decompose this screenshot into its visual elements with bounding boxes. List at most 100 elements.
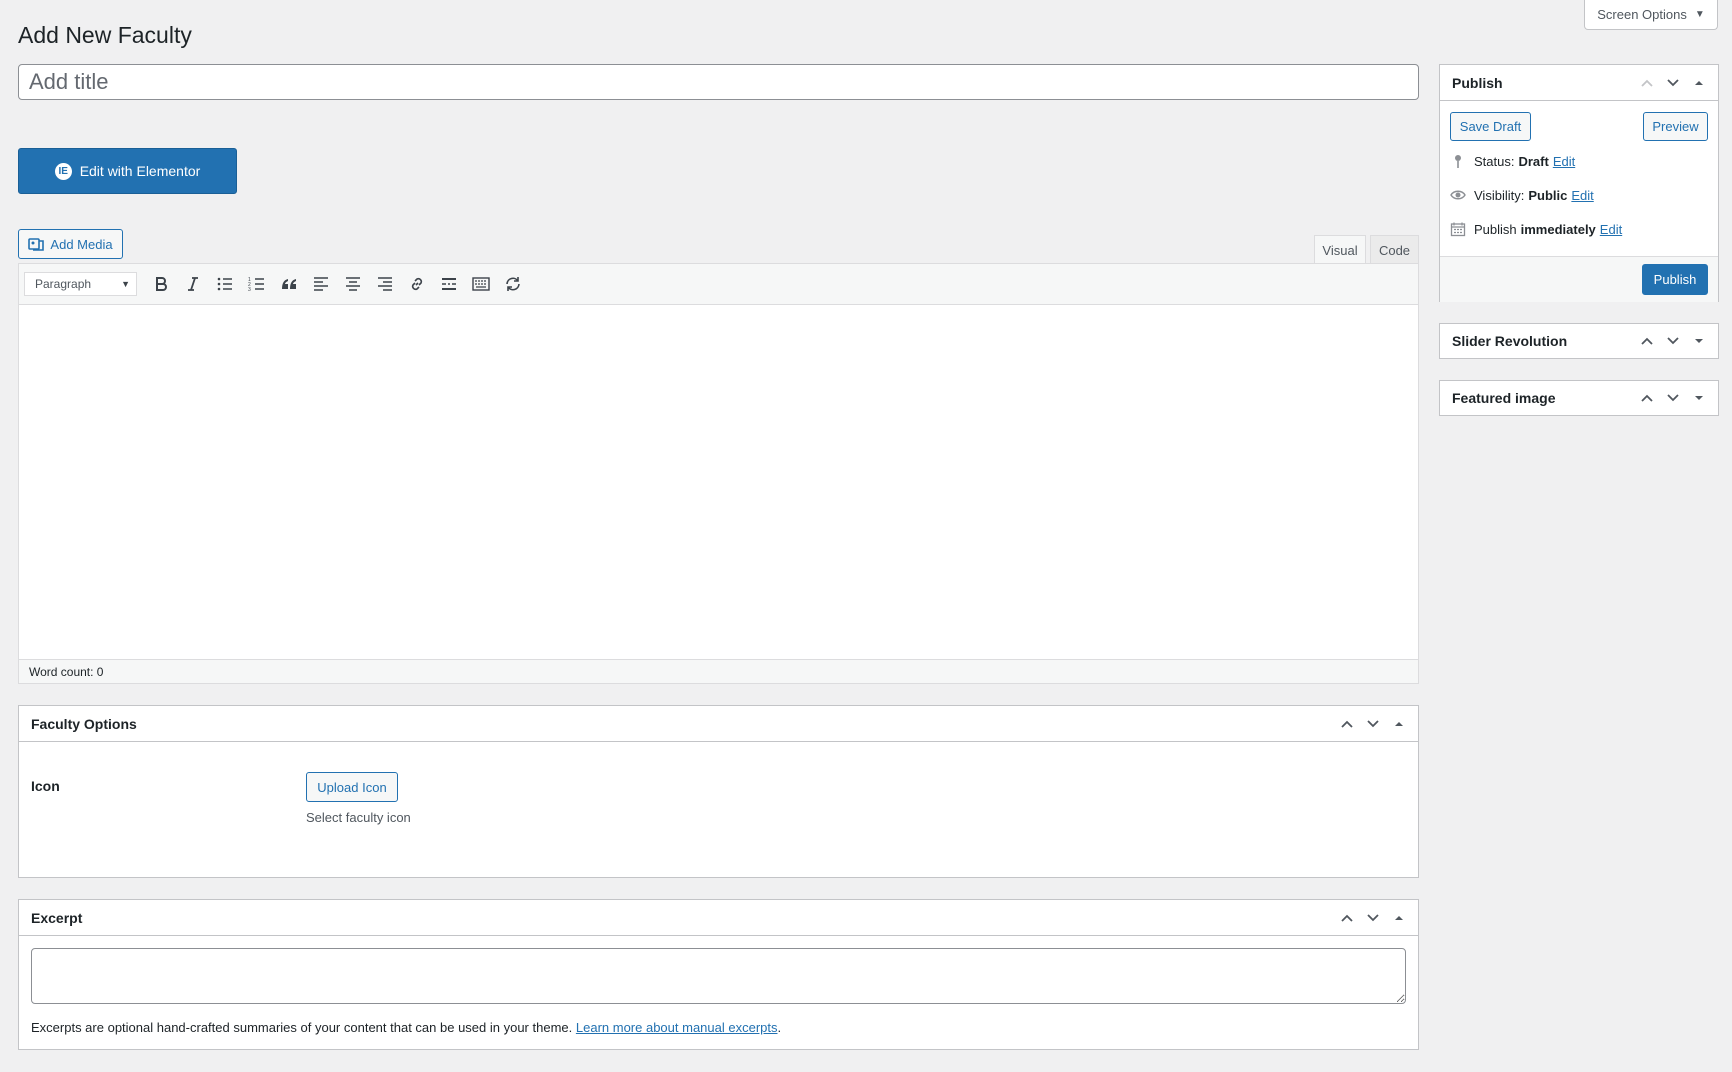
triangle-up-icon bbox=[1395, 916, 1403, 920]
bulleted-list-button[interactable] bbox=[209, 269, 241, 299]
publish-actions: Publish bbox=[1440, 256, 1718, 302]
faculty-options-title: Faculty Options bbox=[31, 715, 137, 732]
excerpt-help-text: Excerpts are optional hand-crafted summa… bbox=[31, 1020, 573, 1035]
title-input[interactable] bbox=[18, 64, 1419, 100]
featured-image-title: Featured image bbox=[1452, 390, 1556, 406]
edit-publish-date-link[interactable]: Edit bbox=[1600, 222, 1622, 237]
move-down-button[interactable] bbox=[1660, 323, 1686, 359]
excerpt-header: Excerpt bbox=[19, 900, 1418, 936]
excerpt-textarea[interactable] bbox=[31, 948, 1406, 1004]
format-select[interactable]: Paragraph ▼ bbox=[24, 272, 137, 296]
toggle-panel-button[interactable] bbox=[1386, 706, 1412, 742]
editor-status-bar: Word count: 0 bbox=[19, 659, 1418, 683]
visibility-label: Visibility: bbox=[1474, 187, 1525, 203]
chevron-up-icon bbox=[1341, 720, 1353, 728]
move-up-button[interactable] bbox=[1634, 380, 1660, 416]
read-more-button[interactable] bbox=[433, 269, 465, 299]
move-down-button[interactable] bbox=[1660, 380, 1686, 416]
move-up-button[interactable] bbox=[1334, 900, 1360, 936]
align-center-button[interactable] bbox=[337, 269, 369, 299]
publish-date-label: Publish bbox=[1474, 221, 1517, 237]
save-draft-button[interactable]: Save Draft bbox=[1450, 112, 1531, 141]
elementor-icon: IE bbox=[54, 162, 72, 180]
toggle-panel-button[interactable] bbox=[1686, 65, 1712, 101]
publish-title: Publish bbox=[1452, 74, 1503, 91]
publish-button[interactable]: Publish bbox=[1642, 264, 1708, 295]
align-center-icon bbox=[346, 277, 360, 291]
status-label: Status: bbox=[1474, 153, 1515, 169]
page-title: Add New Faculty bbox=[18, 22, 192, 48]
triangle-up-icon bbox=[1695, 81, 1703, 85]
toggle-panel-button[interactable] bbox=[1386, 900, 1412, 936]
slider-revolution-box: Slider Revolution bbox=[1439, 323, 1719, 359]
upload-icon-button[interactable]: Upload Icon bbox=[306, 772, 398, 802]
align-left-icon bbox=[314, 277, 328, 291]
edit-status-link[interactable]: Edit bbox=[1553, 154, 1575, 169]
bold-button[interactable] bbox=[145, 269, 177, 299]
move-down-button[interactable] bbox=[1660, 65, 1686, 101]
blockquote-button[interactable] bbox=[273, 269, 305, 299]
edit-visibility-link[interactable]: Edit bbox=[1571, 188, 1593, 203]
move-down-button[interactable] bbox=[1360, 900, 1386, 936]
align-left-button[interactable] bbox=[305, 269, 337, 299]
read-more-icon bbox=[442, 278, 456, 290]
triangle-down-icon bbox=[1695, 339, 1703, 343]
status-row: Status: Draft Edit bbox=[1450, 153, 1575, 169]
refresh-icon bbox=[506, 277, 520, 291]
slider-revolution-header: Slider Revolution bbox=[1440, 324, 1718, 358]
refresh-button[interactable] bbox=[497, 269, 529, 299]
calendar-icon bbox=[1450, 222, 1466, 237]
publish-box: Publish Save Draft Preview Status: Draft… bbox=[1439, 64, 1719, 302]
bulleted-list-icon bbox=[217, 277, 232, 291]
tab-code[interactable]: Code bbox=[1370, 235, 1419, 264]
chevron-up-icon bbox=[1641, 337, 1653, 345]
toolbar-toggle-button[interactable] bbox=[465, 269, 497, 299]
faculty-options-header: Faculty Options bbox=[19, 706, 1418, 742]
align-right-icon bbox=[378, 277, 392, 291]
format-select-value: Paragraph bbox=[35, 277, 92, 291]
chevron-down-icon bbox=[1367, 720, 1379, 728]
preview-button[interactable]: Preview bbox=[1643, 112, 1708, 141]
move-down-button[interactable] bbox=[1360, 706, 1386, 742]
screen-options-label: Screen Options bbox=[1597, 7, 1687, 22]
quote-icon bbox=[282, 279, 296, 289]
tab-visual[interactable]: Visual bbox=[1314, 235, 1366, 265]
publish-date-value: immediately bbox=[1520, 221, 1596, 237]
visibility-row: Visibility: Public Edit bbox=[1450, 187, 1594, 203]
content-editor: Paragraph ▼ 123 Word count: 0 bbox=[18, 263, 1419, 684]
italic-button[interactable] bbox=[177, 269, 209, 299]
editor-content-area[interactable] bbox=[19, 305, 1418, 659]
link-icon bbox=[411, 277, 423, 291]
toggle-panel-button[interactable] bbox=[1686, 380, 1712, 416]
move-up-button[interactable] bbox=[1634, 65, 1660, 101]
icon-field-description: Select faculty icon bbox=[306, 810, 411, 825]
chevron-up-icon bbox=[1341, 914, 1353, 922]
add-media-button[interactable]: Add Media bbox=[18, 229, 123, 259]
insert-link-button[interactable] bbox=[401, 269, 433, 299]
publish-date-row: Publish immediately Edit bbox=[1450, 221, 1622, 237]
move-up-button[interactable] bbox=[1334, 706, 1360, 742]
eye-icon bbox=[1450, 190, 1466, 200]
media-icon bbox=[28, 238, 45, 251]
numbered-list-button[interactable]: 123 bbox=[241, 269, 273, 299]
chevron-down-icon bbox=[1667, 79, 1679, 87]
faculty-options-box: Faculty Options Icon Upload Icon Select … bbox=[18, 705, 1419, 878]
bold-icon bbox=[156, 277, 167, 291]
add-media-label: Add Media bbox=[50, 236, 113, 252]
screen-options-button[interactable]: Screen Options ▼ bbox=[1584, 0, 1718, 30]
toggle-panel-button[interactable] bbox=[1686, 323, 1712, 359]
excerpt-box: Excerpt Excerpts are optional hand-craft… bbox=[18, 899, 1419, 1050]
triangle-down-icon bbox=[1695, 396, 1703, 400]
learn-more-excerpts-link[interactable]: Learn more about manual excerpts bbox=[576, 1020, 778, 1035]
align-right-button[interactable] bbox=[369, 269, 401, 299]
edit-with-elementor-button[interactable]: IE Edit with Elementor bbox=[18, 148, 237, 194]
caret-down-icon: ▼ bbox=[1694, 9, 1705, 20]
chevron-down-icon bbox=[1667, 337, 1679, 345]
word-count: Word count: 0 bbox=[29, 664, 104, 679]
move-up-button[interactable] bbox=[1634, 323, 1660, 359]
keyboard-icon bbox=[472, 277, 490, 291]
featured-image-header: Featured image bbox=[1440, 381, 1718, 415]
chevron-up-icon bbox=[1641, 394, 1653, 402]
select-caret-icon: ▼ bbox=[121, 279, 130, 289]
chevron-up-icon bbox=[1641, 79, 1653, 87]
